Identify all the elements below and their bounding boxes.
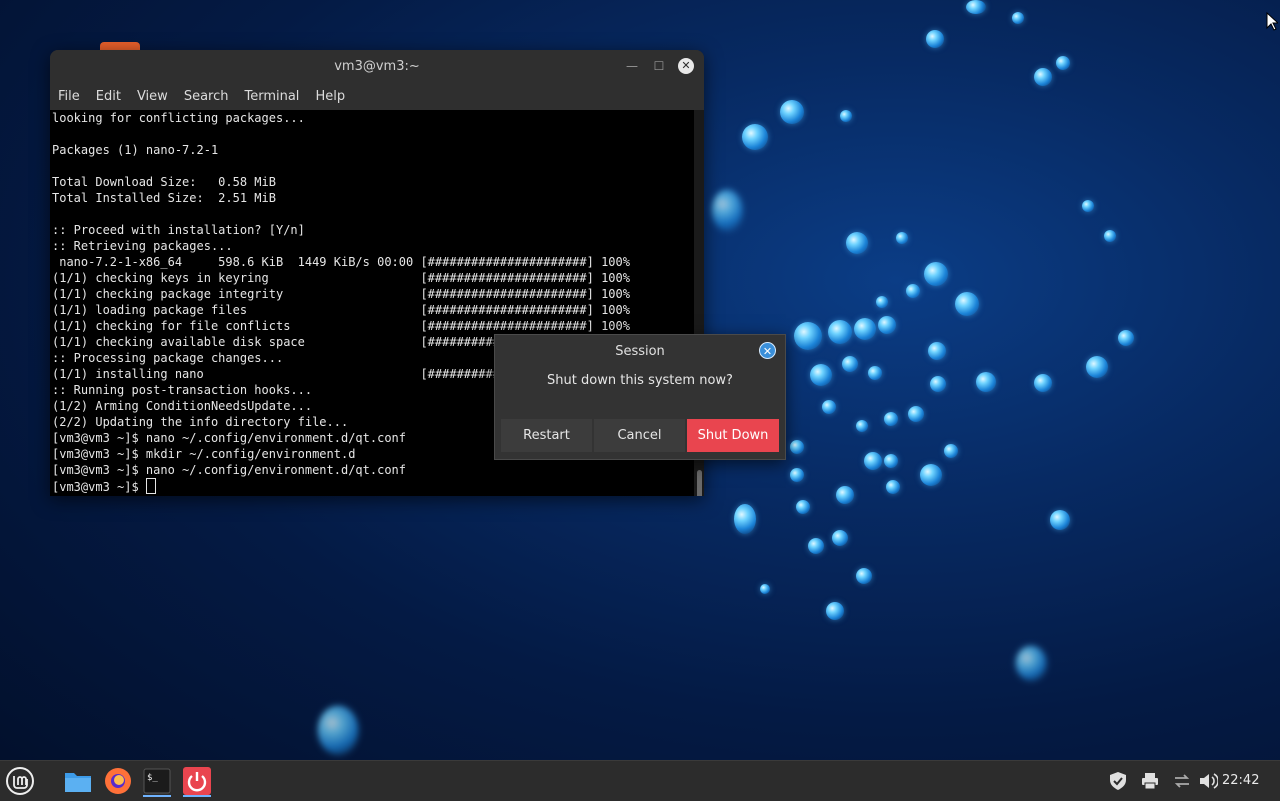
menu-view[interactable]: View: [137, 89, 168, 104]
terminal-line: Total Installed Size: 2.51 MiB: [52, 191, 276, 205]
terminal-icon[interactable]: $_: [141, 765, 173, 797]
shut-down-button[interactable]: Shut Down: [687, 419, 779, 452]
active-indicator: [183, 795, 211, 797]
terminal-titlebar[interactable]: vm3@vm3:~ — ☐ ✕: [50, 50, 704, 82]
cancel-button[interactable]: Cancel: [594, 419, 685, 452]
terminal-menubar: File Edit View Search Terminal Help: [50, 82, 704, 110]
files-icon[interactable]: [62, 765, 94, 797]
mouse-cursor-icon: [1266, 11, 1280, 31]
restart-button[interactable]: Restart: [501, 419, 592, 452]
terminal-line: (1/1) checking package integrity [######…: [52, 287, 630, 301]
terminal-line: Total Download Size: 0.58 MiB: [52, 175, 276, 189]
svg-text:$_: $_: [147, 773, 158, 783]
active-indicator: [143, 795, 171, 797]
terminal-line: Packages (1) nano-7.2-1: [52, 143, 219, 157]
menu-icon[interactable]: [4, 765, 36, 797]
menu-file[interactable]: File: [58, 89, 80, 104]
menu-search[interactable]: Search: [184, 89, 229, 104]
clock[interactable]: 22:42: [1222, 773, 1259, 788]
shield-icon[interactable]: [1108, 771, 1128, 791]
close-window-icon[interactable]: ✕: [678, 58, 694, 74]
terminal-title: vm3@vm3:~: [334, 59, 420, 74]
terminal-line: (1/1) loading package files [###########…: [52, 303, 630, 317]
menu-terminal[interactable]: Terminal: [244, 89, 299, 104]
terminal-line: (1/1) checking for file conflicts [#####…: [52, 319, 630, 333]
menu-help[interactable]: Help: [315, 89, 345, 104]
minimize-icon[interactable]: —: [624, 58, 640, 74]
dialog-message: Shut down this system now?: [547, 373, 733, 388]
dialog-title: Session: [615, 344, 665, 359]
text-cursor: [145, 478, 156, 494]
terminal-line: looking for conflicting packages...: [52, 111, 305, 125]
terminal-prompt: [vm3@vm3 ~]$: [52, 480, 146, 494]
power-icon[interactable]: [181, 765, 213, 797]
printer-icon[interactable]: [1140, 771, 1160, 791]
network-icon[interactable]: [1172, 771, 1192, 791]
terminal-line: nano-7.2-1-x86_64 598.6 KiB 1449 KiB/s 0…: [52, 255, 630, 269]
terminal-line: (1/1) checking keys in keyring [########…: [52, 271, 630, 285]
scrollbar-thumb[interactable]: [697, 470, 702, 496]
firefox-icon[interactable]: [102, 765, 134, 797]
terminal-prompt-line: [vm3@vm3 ~]$: [52, 478, 694, 495]
terminal-line: :: Retrieving packages...: [52, 239, 233, 253]
maximize-icon[interactable]: ☐: [651, 58, 667, 74]
terminal-line: [vm3@vm3 ~]$ nano ~/.config/environment.…: [52, 463, 407, 477]
close-dialog-icon[interactable]: ✕: [759, 342, 776, 359]
taskbar: $_ 22:42: [0, 760, 1280, 801]
session-dialog: Session ✕ Shut down this system now? Res…: [494, 334, 786, 460]
volume-icon[interactable]: [1198, 771, 1219, 791]
terminal-line: :: Proceed with installation? [Y/n]: [52, 223, 305, 237]
menu-edit[interactable]: Edit: [96, 89, 121, 104]
